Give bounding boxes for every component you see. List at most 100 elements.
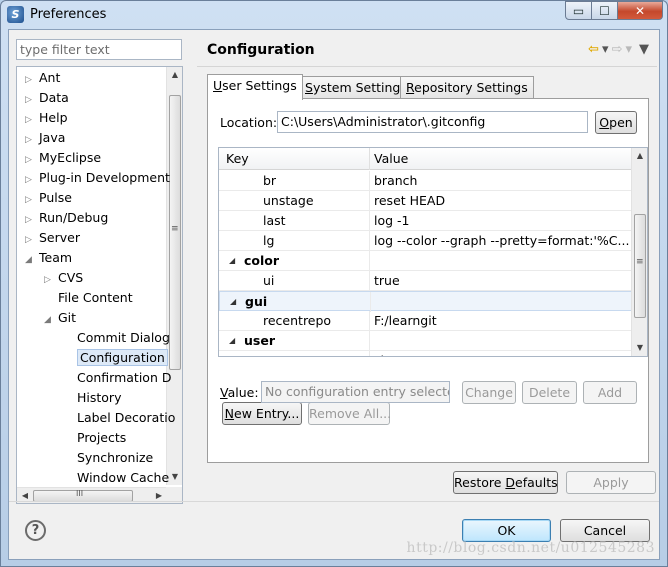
value-column-header[interactable]: Value — [374, 151, 408, 166]
config-entry-row[interactable]: last log -1 — [219, 211, 633, 231]
tree-item[interactable]: History — [63, 388, 121, 408]
tree-item[interactable]: Confirmation D — [63, 368, 171, 388]
config-entry-row[interactable]: br branch — [219, 171, 633, 191]
help-icon[interactable]: ? — [25, 520, 46, 541]
config-key: recentrepo — [263, 313, 332, 328]
restore-defaults-button[interactable]: Restore Defaults — [453, 471, 558, 494]
tree-item[interactable]: File Content — [44, 288, 133, 308]
collapsed-arrow-icon[interactable]: ▷ — [25, 70, 35, 90]
tree-item-label: History — [77, 390, 122, 405]
tree-item[interactable]: ▷ Server — [25, 228, 80, 248]
tree-item-label: Pulse — [39, 190, 72, 205]
tree-item[interactable]: ▷ CVS — [44, 268, 83, 288]
collapsed-arrow-icon[interactable]: ▷ — [25, 170, 35, 190]
tree-item[interactable]: ▷ MyEclipse — [25, 148, 101, 168]
tab-user-settings[interactable]: User Settings — [207, 74, 303, 100]
tab-system-settings[interactable]: System Settings — [299, 76, 413, 99]
collapsed-arrow-icon[interactable]: ▷ — [25, 210, 35, 230]
close-button[interactable]: ✕ — [617, 1, 663, 20]
forward-dropdown-icon[interactable]: ▾ — [625, 42, 632, 57]
tree-item[interactable]: ▷ Pulse — [25, 188, 72, 208]
tree-item-label: Git — [58, 310, 77, 325]
tree-item-label: Configuration — [77, 349, 168, 366]
tree-item[interactable]: Projects — [63, 428, 126, 448]
expanded-arrow-icon[interactable]: ◢ — [44, 310, 54, 330]
scroll-down-arrow-icon[interactable]: ▼ — [167, 469, 182, 485]
tree-item-label: Ant — [39, 70, 61, 85]
collapsed-arrow-icon[interactable]: ▷ — [25, 190, 35, 210]
tree-item-label: MyEclipse — [39, 150, 102, 165]
forward-arrow-icon[interactable]: ⇨ — [612, 42, 623, 57]
add-button[interactable]: Add — [583, 381, 637, 404]
maximize-button[interactable]: ☐ — [591, 1, 618, 20]
tree-item-label: Team — [39, 250, 73, 265]
tree-item[interactable]: Configuration — [63, 348, 168, 368]
tree-item[interactable]: Window Cache — [63, 468, 169, 488]
config-section-row[interactable]: ◢ color — [219, 251, 633, 271]
tree-item[interactable]: ▷ Data — [25, 88, 69, 108]
tree-item[interactable]: ▷ Run/Debug — [25, 208, 108, 228]
value-field[interactable]: No configuration entry selected — [261, 381, 450, 403]
tree-scroll-thumb[interactable]: ≡ — [169, 95, 181, 370]
dialog-body: type filter text ▲ ≡ ▼ ◀ III ▶ ▷ Ant ▷ Data… — [8, 29, 660, 560]
ok-button[interactable]: OK — [462, 519, 551, 542]
expanded-arrow-icon[interactable]: ◢ — [25, 250, 35, 270]
close-icon: ✕ — [634, 3, 646, 18]
table-vertical-scrollbar[interactable]: ▲ ≡ ▼ — [631, 148, 647, 356]
tree-item[interactable]: Synchronize — [63, 448, 153, 468]
config-entry-row[interactable]: lg log --color --graph --pretty=format:'%… — [219, 231, 633, 251]
config-key: lg — [263, 233, 275, 248]
tree-item-label: Server — [39, 230, 80, 245]
back-dropdown-icon[interactable]: ▾ — [602, 42, 609, 57]
config-value: true — [374, 273, 400, 288]
remove-all-button[interactable]: Remove All... — [308, 402, 391, 425]
config-entry-row[interactable]: ui true — [219, 271, 633, 291]
new-entry-button[interactable]: New Entry... — [222, 402, 302, 425]
tab-repository-settings[interactable]: Repository Settings — [400, 76, 534, 99]
change-button[interactable]: Change — [462, 381, 516, 404]
tree-item-label: Help — [39, 110, 68, 125]
scroll-down-arrow-icon[interactable]: ▼ — [632, 340, 647, 356]
back-arrow-icon[interactable]: ⇦ — [588, 42, 599, 57]
collapsed-arrow-icon[interactable]: ▷ — [44, 270, 54, 290]
apply-button[interactable]: Apply — [566, 471, 656, 494]
title-bar[interactable]: S Preferences ▭ ☐ ✕ — [1, 1, 667, 29]
delete-button[interactable]: Delete — [522, 381, 577, 404]
config-entry-row[interactable]: zl — [219, 351, 633, 356]
scroll-up-arrow-icon[interactable]: ▲ — [632, 148, 647, 164]
tree-item[interactable]: ▷ Ant — [25, 68, 60, 88]
config-entry-row[interactable]: recentrepo F:/learngit — [219, 311, 633, 331]
table-scroll-thumb[interactable]: ≡ — [634, 214, 646, 318]
collapsed-arrow-icon[interactable]: ▷ — [25, 150, 35, 170]
config-table: Key Value br branch unstage reset HEAD last l… — [218, 147, 648, 357]
collapsed-arrow-icon[interactable]: ▷ — [25, 110, 35, 130]
config-key: unstage — [263, 193, 314, 208]
config-section-row[interactable]: ◢ gui — [219, 291, 633, 312]
config-entry-row[interactable]: unstage reset HEAD — [219, 191, 633, 211]
minimize-icon: ▭ — [572, 3, 585, 18]
config-value: zl — [374, 351, 629, 356]
collapsed-arrow-icon[interactable]: ▷ — [25, 130, 35, 150]
cancel-button[interactable]: Cancel — [560, 519, 650, 542]
tree-item[interactable]: ▷ Help — [25, 108, 68, 128]
view-menu-icon[interactable]: ▼ — [639, 42, 649, 57]
tree-item[interactable]: ◢ Git — [44, 308, 76, 328]
expanded-arrow-icon[interactable]: ◢ — [229, 251, 235, 270]
collapsed-arrow-icon[interactable]: ▷ — [25, 230, 35, 250]
open-button[interactable]: Open — [595, 111, 637, 134]
tree-item[interactable]: Label Decoratio — [63, 408, 175, 428]
expanded-arrow-icon[interactable]: ◢ — [230, 292, 236, 311]
tree-item[interactable]: ▷ Plug-in Development — [25, 168, 170, 188]
location-field[interactable]: C:\Users\Administrator\.gitconfig — [277, 111, 588, 133]
expanded-arrow-icon[interactable]: ◢ — [229, 331, 235, 350]
minimize-button[interactable]: ▭ — [565, 1, 592, 20]
tree-item[interactable]: Commit Dialog — [63, 328, 170, 348]
config-section-row[interactable]: ◢ user — [219, 331, 633, 351]
tree-item[interactable]: ◢ Team — [25, 248, 72, 268]
collapsed-arrow-icon[interactable]: ▷ — [25, 90, 35, 110]
filter-input[interactable]: type filter text — [16, 39, 182, 60]
scroll-up-arrow-icon[interactable]: ▲ — [167, 67, 182, 83]
key-column-header[interactable]: Key — [226, 151, 249, 166]
tree-item[interactable]: ▷ Java — [25, 128, 65, 148]
page-navigation: ⇦ ▾ ⇨ ▾ ▼ — [588, 42, 649, 57]
